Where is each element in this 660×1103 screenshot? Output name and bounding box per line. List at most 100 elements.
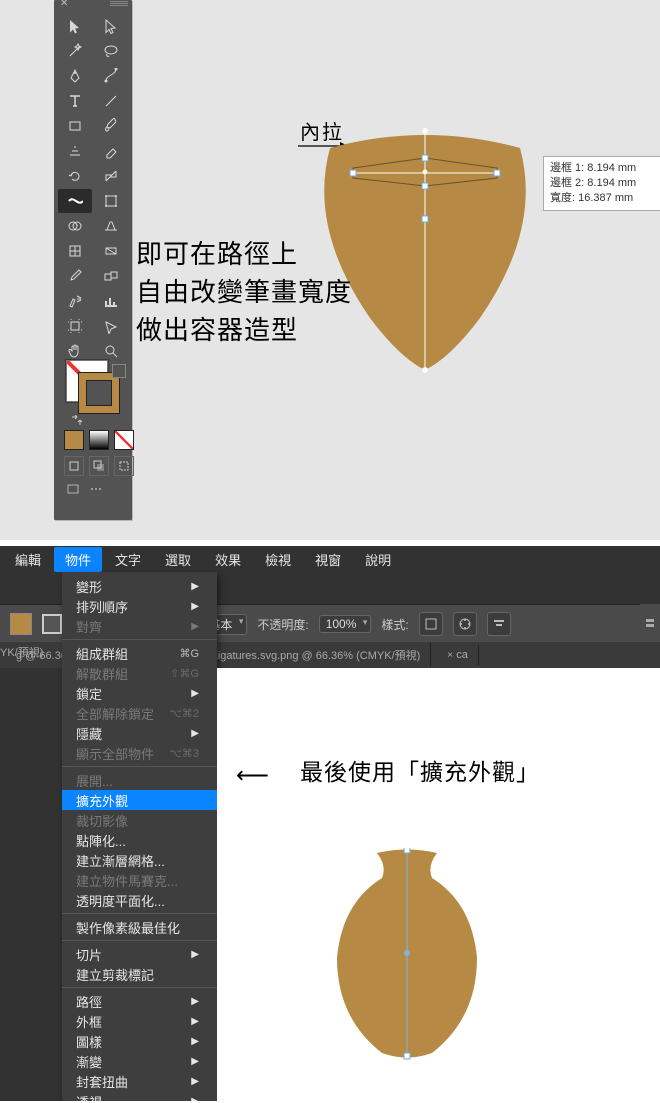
- close-icon[interactable]: ×: [447, 650, 453, 661]
- draw-inside-icon[interactable]: [114, 456, 134, 476]
- gradient-mode-icon[interactable]: [89, 430, 109, 450]
- app-menubar: 編輯物件文字選取效果檢視視窗說明: [0, 546, 660, 572]
- pen-tool[interactable]: [58, 64, 92, 88]
- menu-選取[interactable]: 選取: [154, 547, 202, 572]
- align-icon[interactable]: [487, 612, 511, 636]
- edit-toolbar-icon[interactable]: [87, 480, 105, 498]
- menuitem-對齊: 對齊▶: [62, 616, 217, 636]
- style-dropdown[interactable]: [419, 612, 443, 636]
- menuitem-解散群組: 解散群組⇧⌘G: [62, 663, 217, 683]
- slice-tool[interactable]: [94, 314, 128, 338]
- menu-檢視[interactable]: 檢視: [254, 547, 302, 572]
- none-mode-icon[interactable]: [114, 430, 134, 450]
- menuitem-建立漸層網格[interactable]: 建立漸層網格...: [62, 850, 217, 870]
- rectangle-tool[interactable]: [58, 114, 92, 138]
- menu-文字[interactable]: 文字: [104, 547, 152, 572]
- menuitem-排列順序[interactable]: 排列順序▶: [62, 596, 217, 616]
- menuitem-全部解除鎖定: 全部解除鎖定⌥⌘2: [62, 703, 217, 723]
- menuitem-點陣化[interactable]: 點陣化...: [62, 830, 217, 850]
- default-fill-stroke-icon[interactable]: [112, 364, 126, 378]
- width-info-tooltip: 邊框 1: 8.194 mm 邊框 2: 8.194 mm 寬度: 16.387…: [543, 156, 660, 211]
- curvature-tool[interactable]: [94, 64, 128, 88]
- menu-視窗[interactable]: 視窗: [304, 547, 352, 572]
- object-menu-dropdown: 變形▶排列順序▶對齊▶ 組成群組⌘G解散群組⇧⌘G鎖定▶全部解除鎖定⌥⌘2隱藏▶顯…: [62, 572, 217, 1101]
- scale-tool[interactable]: [94, 164, 128, 188]
- stroke-color-swatch[interactable]: [42, 614, 62, 634]
- close-icon[interactable]: ✕: [60, 0, 68, 9]
- paintbrush-tool[interactable]: [94, 114, 128, 138]
- submenu-arrow-icon: ▶: [191, 1076, 199, 1087]
- draw-normal-icon[interactable]: [64, 456, 84, 476]
- screen-mode-icon[interactable]: [64, 480, 82, 498]
- free-transform-tool[interactable]: [94, 189, 128, 213]
- menu-說明[interactable]: 說明: [354, 547, 402, 572]
- stroke-swatch-icon[interactable]: [78, 372, 120, 414]
- submenu-arrow-icon: ▶: [191, 1016, 199, 1027]
- control-bar-overflow[interactable]: [640, 604, 660, 642]
- line-segment-tool[interactable]: [94, 89, 128, 113]
- rotate-tool[interactable]: [58, 164, 92, 188]
- menu-物件[interactable]: 物件: [54, 547, 102, 572]
- draw-behind-icon[interactable]: [89, 456, 109, 476]
- menu-編輯[interactable]: 編輯: [4, 547, 52, 572]
- menuitem-漸變[interactable]: 漸變▶: [62, 1051, 217, 1071]
- menuitem-外框[interactable]: 外框▶: [62, 1011, 217, 1031]
- edit-toolbar-row: [64, 480, 105, 498]
- submenu-arrow-icon: ▶: [191, 728, 199, 739]
- mesh-tool[interactable]: [58, 239, 92, 263]
- menuitem-路徑[interactable]: 路徑▶: [62, 991, 217, 1011]
- type-tool[interactable]: [58, 89, 92, 113]
- document-tab[interactable]: × ca: [431, 645, 479, 665]
- menuitem-透明度平面化[interactable]: 透明度平面化...: [62, 890, 217, 910]
- menuitem-隱藏[interactable]: 隱藏▶: [62, 723, 217, 743]
- shortcut-label: ⌥⌘3: [169, 747, 199, 760]
- menuitem-製作像素級最佳化[interactable]: 製作像素級最佳化: [62, 917, 217, 937]
- lasso-tool[interactable]: [94, 39, 128, 63]
- gradient-tool[interactable]: [94, 239, 128, 263]
- menuitem-切片[interactable]: 切片▶: [62, 944, 217, 964]
- symbol-sprayer-tool[interactable]: [58, 289, 92, 313]
- menuitem-鎖定[interactable]: 鎖定▶: [62, 683, 217, 703]
- menuitem-組成群組[interactable]: 組成群組⌘G: [62, 643, 217, 663]
- drag-handle-icon[interactable]: [110, 1, 128, 6]
- menuitem-展開: 展開...: [62, 770, 217, 790]
- recolor-icon[interactable]: [453, 612, 477, 636]
- submenu-arrow-icon: ▶: [191, 996, 199, 1007]
- screen-mode-row: [64, 456, 134, 476]
- eyedropper-tool[interactable]: [58, 264, 92, 288]
- shaper-tool[interactable]: [58, 139, 92, 163]
- menuitem-透視[interactable]: 透視▶: [62, 1091, 217, 1101]
- perspective-grid-tool[interactable]: [94, 214, 128, 238]
- menuitem-建立剪裁標記[interactable]: 建立剪裁標記: [62, 964, 217, 984]
- shortcut-label: ⌘G: [179, 647, 199, 660]
- selection-tool[interactable]: [58, 14, 92, 38]
- column-graph-tool[interactable]: [94, 289, 128, 313]
- vase-shape: [322, 848, 492, 1068]
- menuitem-顯示全部物件: 顯示全部物件⌥⌘3: [62, 743, 217, 763]
- draw-mode-row: [64, 430, 134, 450]
- menuitem-變形[interactable]: 變形▶: [62, 576, 217, 596]
- tutorial-panel-top: ✕: [0, 0, 660, 540]
- shortcut-label: ⇧⌘G: [170, 667, 199, 680]
- opacity-dropdown[interactable]: 100%: [319, 615, 372, 633]
- fill-color-swatch[interactable]: [10, 613, 32, 635]
- document-canvas[interactable]: [217, 668, 660, 1101]
- submenu-arrow-icon: ▶: [191, 621, 199, 632]
- menu-效果[interactable]: 效果: [204, 547, 252, 572]
- menuitem-圖樣[interactable]: 圖樣▶: [62, 1031, 217, 1051]
- artboard-tool[interactable]: [58, 314, 92, 338]
- menuitem-擴充外觀[interactable]: 擴充外觀: [62, 790, 217, 810]
- color-mode-icon[interactable]: [64, 430, 84, 450]
- eraser-tool[interactable]: [94, 139, 128, 163]
- swap-fill-stroke-icon[interactable]: [70, 414, 82, 426]
- submenu-arrow-icon: ▶: [191, 1096, 199, 1102]
- shape-builder-tool[interactable]: [58, 214, 92, 238]
- menuitem-裁切影像: 裁切影像: [62, 810, 217, 830]
- width-tool[interactable]: [58, 189, 92, 213]
- magic-wand-tool[interactable]: [58, 39, 92, 63]
- direct-selection-tool[interactable]: [94, 14, 128, 38]
- blend-tool[interactable]: [94, 264, 128, 288]
- menuitem-封套扭曲[interactable]: 封套扭曲▶: [62, 1071, 217, 1091]
- submenu-arrow-icon: ▶: [191, 601, 199, 612]
- submenu-arrow-icon: ▶: [191, 1036, 199, 1047]
